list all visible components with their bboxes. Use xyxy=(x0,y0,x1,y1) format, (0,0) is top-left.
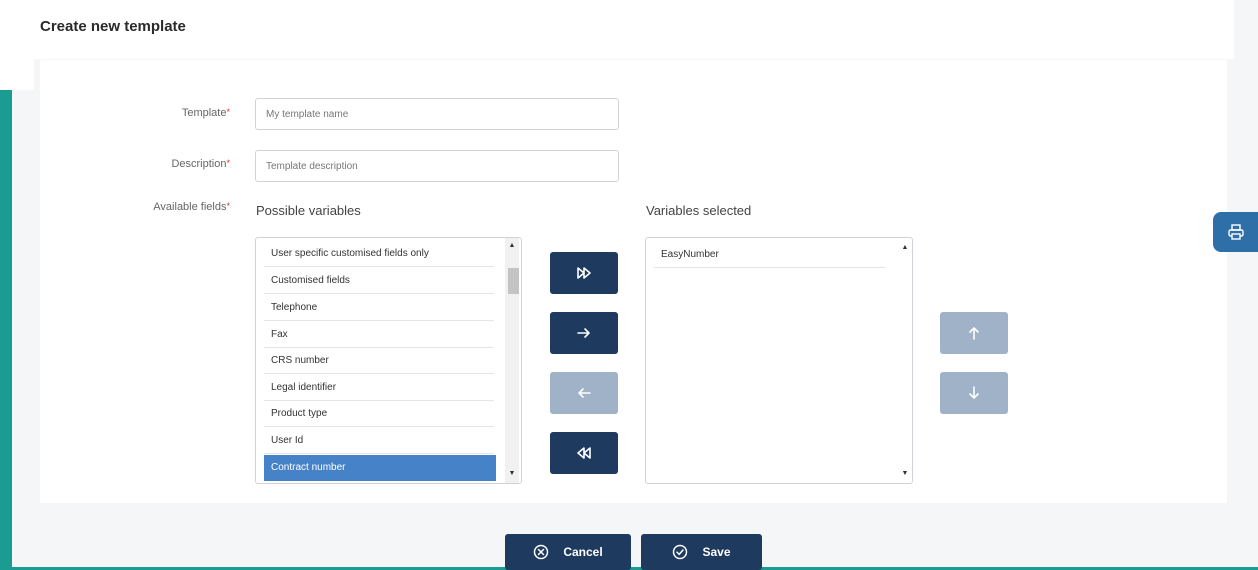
template-label-text: Template xyxy=(181,107,227,119)
page-title: Create new template xyxy=(40,18,186,35)
cancel-button[interactable]: Cancel xyxy=(505,534,631,570)
arrow-down-icon xyxy=(969,386,979,399)
list-item[interactable]: EasyNumber xyxy=(654,242,886,268)
possible-variables-heading: Possible variables xyxy=(256,203,361,218)
remove-all-button[interactable] xyxy=(550,432,618,474)
required-mark: * xyxy=(226,107,230,117)
save-label: Save xyxy=(702,545,731,559)
arrow-left-icon xyxy=(578,388,591,398)
scroll-down-icon[interactable]: ▼ xyxy=(898,468,912,480)
scroll-thumb[interactable] xyxy=(508,268,519,294)
list-item[interactable]: Telephone xyxy=(264,295,494,321)
variables-selected-heading: Variables selected xyxy=(646,203,752,218)
double-chevron-right-icon xyxy=(577,267,591,279)
list-item[interactable]: Legal identifier xyxy=(264,375,494,401)
list-item[interactable]: User specific customised fields only xyxy=(264,241,494,267)
close-circle-icon xyxy=(534,544,549,560)
arrow-up-icon xyxy=(969,327,979,340)
list-item[interactable]: Product type xyxy=(264,401,494,427)
form-card xyxy=(40,60,1227,503)
double-chevron-left-icon xyxy=(577,447,591,459)
list-item[interactable]: User Id xyxy=(264,428,494,454)
scroll-up-icon[interactable]: ▲ xyxy=(898,242,912,254)
possible-list-scrollbar[interactable]: ▲ ▼ xyxy=(505,238,519,483)
check-circle-icon xyxy=(673,544,688,560)
arrow-right-icon xyxy=(577,328,590,338)
required-mark: * xyxy=(226,201,230,211)
available-fields-label-text: Available fields xyxy=(153,201,227,213)
remove-button[interactable] xyxy=(550,372,618,414)
cancel-label: Cancel xyxy=(563,545,603,559)
list-item[interactable]: CRS number xyxy=(264,348,494,374)
template-label: Template* xyxy=(110,107,230,119)
header-band xyxy=(12,0,1234,59)
printer-icon xyxy=(1227,224,1244,240)
print-tab[interactable] xyxy=(1213,212,1258,252)
move-up-button[interactable] xyxy=(940,312,1008,354)
available-fields-label: Available fields* xyxy=(110,201,230,213)
add-button[interactable] xyxy=(550,312,618,354)
scroll-down-icon[interactable]: ▼ xyxy=(505,468,519,480)
move-down-button[interactable] xyxy=(940,372,1008,414)
corner-notch xyxy=(0,0,34,90)
list-item[interactable]: Fax xyxy=(264,322,494,348)
possible-variables-list[interactable]: User specific customised fields only Cus… xyxy=(255,237,522,484)
add-all-button[interactable] xyxy=(550,252,618,294)
template-description-input[interactable] xyxy=(255,150,619,182)
selected-variables-list[interactable]: EasyNumber ▲ ▼ xyxy=(645,237,913,484)
description-label-text: Description xyxy=(171,158,227,170)
template-name-input[interactable] xyxy=(255,98,619,130)
list-item-selected[interactable]: Contract number xyxy=(264,455,496,481)
save-button[interactable]: Save xyxy=(641,534,762,570)
scroll-up-icon[interactable]: ▲ xyxy=(505,240,519,252)
description-label: Description* xyxy=(110,158,230,170)
required-mark: * xyxy=(226,158,230,168)
list-item[interactable]: Customised fields xyxy=(264,268,494,294)
